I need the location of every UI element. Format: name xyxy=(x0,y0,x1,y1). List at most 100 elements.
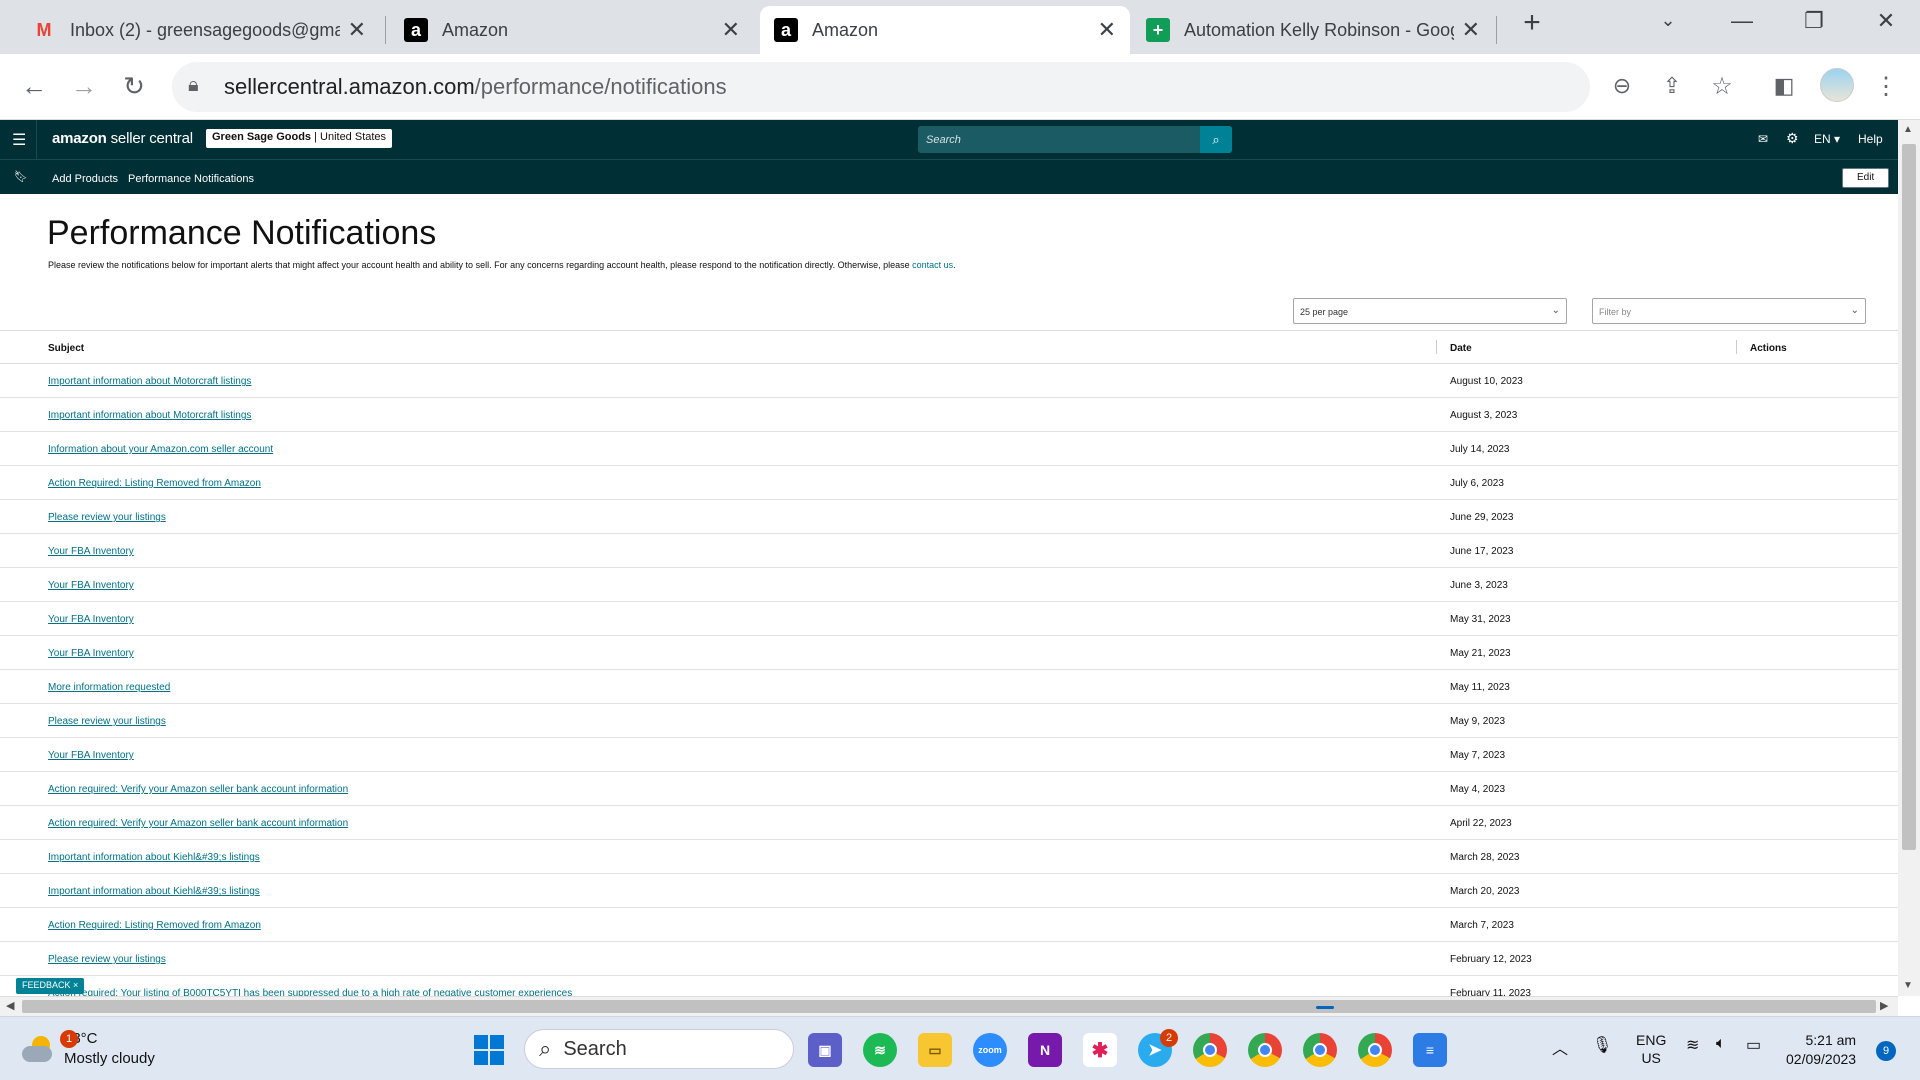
mail-icon[interactable]: ✉ xyxy=(1758,132,1768,146)
notification-subject-link[interactable]: Action Required: Listing Removed from Am… xyxy=(48,920,261,931)
notification-subject-link[interactable]: Your FBA Inventory xyxy=(48,614,134,625)
help-link[interactable]: Help xyxy=(1858,132,1883,146)
clock-time: 5:21 am xyxy=(1805,1032,1857,1048)
notification-subject-link[interactable]: Important information about Kiehl&#39;s … xyxy=(48,886,260,897)
wifi-icon[interactable]: ≋ xyxy=(1686,1035,1699,1055)
table-row: Please review your listings February 12, … xyxy=(0,942,1898,976)
vertical-scrollbar[interactable]: ▲ ▼ xyxy=(1898,120,1920,996)
side-panel-icon[interactable]: ◧ xyxy=(1766,68,1802,104)
filter-by-select[interactable]: Filter by ⌄ xyxy=(1592,298,1866,324)
file-explorer-icon[interactable]: ▭ xyxy=(918,1033,952,1067)
search-icon[interactable]: ⌕ xyxy=(1200,126,1232,153)
close-tab-icon[interactable]: ✕ xyxy=(1098,17,1116,43)
chrome-active-icon[interactable] xyxy=(1303,1033,1337,1067)
gmail-icon: M xyxy=(36,19,52,40)
vertical-scroll-thumb[interactable] xyxy=(1902,144,1916,850)
restore-button[interactable]: ❐ xyxy=(1794,8,1834,34)
taskbar-search[interactable]: ⌕ Search xyxy=(524,1029,794,1069)
onenote-icon[interactable]: N xyxy=(1028,1033,1062,1067)
scroll-left-arrow-icon[interactable]: ◀ xyxy=(6,999,14,1012)
column-date[interactable]: Date xyxy=(1450,343,1472,354)
windows-start-icon[interactable] xyxy=(474,1035,504,1065)
table-row: Your FBA Inventory June 17, 2023 xyxy=(0,534,1898,568)
feedback-button[interactable]: FEEDBACK × xyxy=(16,978,85,994)
scroll-down-arrow-icon[interactable]: ▼ xyxy=(1903,980,1913,991)
chrome-profile-icon[interactable] xyxy=(1248,1033,1282,1067)
nav-performance-notifications[interactable]: Performance Notifications xyxy=(128,173,254,185)
horizontal-scrollbar[interactable]: ◀ ▶ xyxy=(0,996,1898,1016)
zoom-icon[interactable]: zoom xyxy=(973,1033,1007,1067)
seller-search-input[interactable] xyxy=(918,126,1202,153)
address-bar[interactable]: 🔒︎ sellercentral.amazon.com/performance/… xyxy=(172,62,1590,112)
chrome-menu-icon[interactable]: ⋮ xyxy=(1868,68,1904,104)
language-indicator[interactable]: ENG US xyxy=(1636,1031,1666,1067)
minimize-button[interactable]: — xyxy=(1722,8,1762,34)
column-subject[interactable]: Subject xyxy=(48,343,84,354)
nav-add-products[interactable]: Add Products xyxy=(52,173,118,185)
tab-google-sheets[interactable]: + Automation Kelly Robinson - Google She… xyxy=(1132,6,1494,54)
profile-avatar[interactable] xyxy=(1820,68,1854,102)
scroll-right-arrow-icon[interactable]: ▶ xyxy=(1880,999,1888,1012)
per-page-select[interactable]: 25 per page ⌄ xyxy=(1293,298,1567,324)
hamburger-menu-icon[interactable]: ☰ xyxy=(12,130,26,150)
chrome-profile-icon[interactable] xyxy=(1358,1033,1392,1067)
notification-date: February 12, 2023 xyxy=(1450,954,1532,965)
notification-subject-link[interactable]: Important information about Kiehl&#39;s … xyxy=(48,852,260,863)
new-tab-button[interactable]: + xyxy=(1512,6,1552,40)
telegram-badge: 2 xyxy=(1160,1029,1178,1047)
chevron-up-icon[interactable]: ︿ xyxy=(1552,1035,1568,1059)
notification-subject-link[interactable]: Action required: Verify your Amazon sell… xyxy=(48,818,348,829)
notification-subject-link[interactable]: Please review your listings xyxy=(48,954,166,965)
notification-subject-link[interactable]: Your FBA Inventory xyxy=(48,580,134,591)
volume-icon[interactable]: 🔈︎ xyxy=(1716,1035,1726,1053)
zoom-out-icon[interactable]: ⊖ xyxy=(1604,68,1640,104)
contact-us-link[interactable]: contact us xyxy=(912,260,953,270)
notification-subject-link[interactable]: Your FBA Inventory xyxy=(48,546,134,557)
weather-widget[interactable]: 1 18°C Mostly cloudy xyxy=(22,1029,155,1069)
bookmark-icon[interactable]: 🔖︎ xyxy=(14,170,28,183)
teams-chat-icon[interactable]: ▣ xyxy=(808,1033,842,1067)
browser-toolbar: ← → ↻ 🔒︎ sellercentral.amazon.com/perfor… xyxy=(0,54,1920,120)
notification-subject-link[interactable]: Please review your listings xyxy=(48,512,166,523)
edit-nav-button[interactable]: Edit xyxy=(1842,168,1890,188)
scroll-up-arrow-icon[interactable]: ▲ xyxy=(1903,124,1913,135)
reload-icon[interactable]: ↻ xyxy=(116,68,152,104)
notification-subject-link[interactable]: Important information about Motorcraft l… xyxy=(48,410,251,421)
system-clock[interactable]: 5:21 am 02/09/2023 xyxy=(1786,1031,1856,1069)
back-arrow-icon[interactable]: ← xyxy=(16,68,52,104)
horizontal-scroll-thumb[interactable] xyxy=(22,1000,1876,1013)
tab-gmail[interactable]: M Inbox (2) - greensagegoods@gmail.com -… xyxy=(18,6,380,54)
notification-badge[interactable]: 9 xyxy=(1876,1041,1896,1061)
close-tab-icon[interactable]: ✕ xyxy=(348,17,366,43)
battery-icon[interactable]: ▭ xyxy=(1746,1035,1761,1055)
close-tab-icon[interactable]: ✕ xyxy=(722,17,740,43)
notification-subject-link[interactable]: Your FBA Inventory xyxy=(48,750,134,761)
close-tab-icon[interactable]: ✕ xyxy=(1462,17,1480,43)
tab-amazon-1[interactable]: a Amazon ✕ xyxy=(390,6,754,54)
tab-amazon-active[interactable]: a Amazon ✕ xyxy=(760,6,1130,54)
slack-icon[interactable]: ✱ xyxy=(1083,1033,1117,1067)
seller-central-logo[interactable]: amazon seller central xyxy=(52,130,193,147)
bookmark-star-icon[interactable]: ☆ xyxy=(1704,68,1740,104)
microphone-icon[interactable]: 🎙︎ xyxy=(1592,1035,1612,1055)
notification-subject-link[interactable]: Information about your Amazon.com seller… xyxy=(48,444,273,455)
notification-subject-link[interactable]: Please review your listings xyxy=(48,716,166,727)
notepad-icon[interactable]: ≡ xyxy=(1413,1033,1447,1067)
logo-sub: seller central xyxy=(106,130,193,147)
notification-subject-link[interactable]: Action required: Verify your Amazon sell… xyxy=(48,784,348,795)
chevron-down-icon: ⌄ xyxy=(1551,305,1560,316)
notification-subject-link[interactable]: Your FBA Inventory xyxy=(48,648,134,659)
notification-subject-link[interactable]: More information requested xyxy=(48,682,170,693)
notification-subject-link[interactable]: Important information about Motorcraft l… xyxy=(48,376,251,387)
share-icon[interactable]: ⇪ xyxy=(1654,68,1690,104)
table-row: More information requested May 11, 2023 xyxy=(0,670,1898,704)
spotify-icon[interactable]: ≋ xyxy=(863,1033,897,1067)
chrome-icon[interactable] xyxy=(1193,1033,1227,1067)
store-selector[interactable]: Green Sage Goods | United States xyxy=(206,129,393,148)
notification-subject-link[interactable]: Action Required: Listing Removed from Am… xyxy=(48,478,261,489)
close-window-button[interactable]: ✕ xyxy=(1866,8,1906,34)
gear-icon[interactable]: ⚙ xyxy=(1786,130,1799,147)
forward-arrow-icon[interactable]: → xyxy=(66,68,102,104)
tab-search-chevron-icon[interactable]: ⌄ xyxy=(1648,10,1688,31)
language-selector[interactable]: EN ▾ xyxy=(1814,132,1840,146)
